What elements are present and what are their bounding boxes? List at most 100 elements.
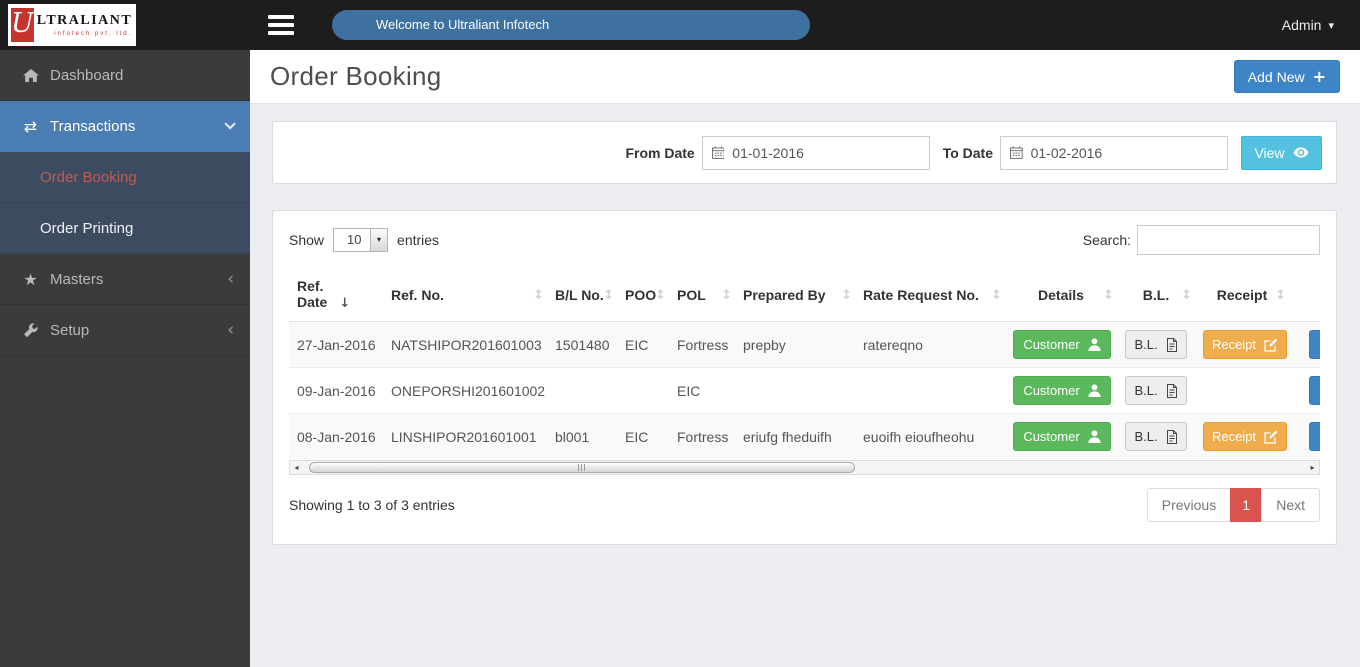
sidebar-item-label: Dashboard	[50, 66, 124, 84]
edit-icon	[1264, 338, 1278, 352]
caret-down-icon: ▾	[1328, 18, 1334, 32]
search-label: Search:	[1082, 232, 1131, 248]
add-new-button[interactable]: Add New +	[1233, 60, 1340, 93]
customer-button[interactable]: Customer	[1013, 376, 1111, 405]
customer-button[interactable]: Customer	[1013, 422, 1111, 451]
table-header-row: Ref. Date ↓ Ref. No. ↕ B/L No. ↕ POO ↕ POL ↕ …	[289, 270, 1320, 322]
row-action-more-button[interactable]	[1309, 376, 1320, 405]
sort-icon: ↕	[1181, 287, 1192, 303]
scroll-right-arrow-icon[interactable]: ▸	[1306, 461, 1319, 474]
sidebar-item-setup[interactable]: Setup ‹	[0, 305, 250, 356]
horizontal-scrollbar[interactable]: ◂ ▸	[289, 460, 1320, 475]
receipt-button[interactable]: Receipt	[1203, 330, 1287, 359]
main-content: Order Booking Add New + From Date To Dat…	[250, 50, 1360, 667]
cell-ref-date: 08-Jan-2016	[289, 413, 383, 459]
cell-prepared-by: eriufg fheduifh	[735, 413, 855, 459]
sidebar-item-transactions[interactable]: ⇄ Transactions	[0, 101, 250, 152]
sort-icon: ↕	[655, 287, 666, 303]
sidebar-item-masters[interactable]: ★ Masters ‹	[0, 254, 250, 305]
person-icon	[1088, 338, 1101, 351]
from-date-field[interactable]	[701, 135, 930, 170]
from-date-input[interactable]	[732, 144, 920, 161]
from-date-label: From Date	[625, 144, 695, 161]
cell-pol: Fortress	[669, 413, 735, 459]
date-filter-panel: From Date To Date View	[272, 121, 1337, 184]
sort-icon: ↕	[841, 287, 852, 303]
scrollbar-thumb[interactable]	[309, 462, 855, 473]
sidebar-item-label: Setup	[50, 321, 90, 339]
to-date-input[interactable]	[1030, 144, 1218, 161]
sidebar-item-order-printing[interactable]: Order Printing	[0, 203, 250, 254]
sidebar-subitem-label: Order Booking	[40, 168, 137, 186]
cell-poo	[617, 367, 669, 414]
company-logo: U LTRALIANT infotech pvt. ltd.	[8, 4, 136, 46]
welcome-banner: Welcome to Ultraliant Infotech	[332, 10, 810, 40]
wrench-icon	[18, 322, 43, 338]
column-header-bl-no[interactable]: B/L No. ↕	[547, 270, 617, 322]
cell-poo: EIC	[617, 413, 669, 459]
column-header-prepared-by[interactable]: Prepared By ↕	[735, 270, 855, 322]
column-header-receipt[interactable]: Receipt ↕	[1195, 270, 1289, 322]
sidebar-item-order-booking[interactable]: Order Booking	[0, 152, 250, 203]
bl-button[interactable]: B.L.	[1125, 422, 1187, 451]
next-page-button[interactable]: Next	[1261, 488, 1320, 522]
cell-rate-request-no: ratereqno	[855, 321, 1005, 368]
customer-button[interactable]: Customer	[1013, 330, 1111, 359]
bl-button[interactable]: B.L.	[1125, 376, 1187, 405]
cell-prepared-by	[735, 367, 855, 414]
to-date-field[interactable]	[1000, 135, 1228, 170]
bl-button[interactable]: B.L.	[1125, 330, 1187, 359]
sidebar-subitem-label: Order Printing	[40, 219, 134, 237]
hamburger-menu-icon[interactable]	[268, 15, 294, 35]
document-icon	[1166, 429, 1177, 444]
admin-dropdown[interactable]: Admin ▾	[1282, 0, 1334, 50]
column-header-ref-date[interactable]: Ref. Date ↓	[289, 270, 383, 322]
scroll-left-arrow-icon[interactable]: ◂	[290, 461, 303, 474]
page-1-button[interactable]: 1	[1230, 488, 1263, 522]
plus-icon: +	[1312, 67, 1326, 86]
cell-prepared-by: prepby	[735, 321, 855, 368]
cell-ref-date: 09-Jan-2016	[289, 367, 383, 414]
row-action-more-button[interactable]	[1309, 422, 1320, 451]
calendar-icon	[1010, 146, 1023, 159]
page-size-select[interactable]: 10 ▾	[333, 228, 389, 252]
search-input[interactable]	[1137, 225, 1320, 255]
column-header-extra	[1289, 270, 1320, 322]
table-row: 09-Jan-2016 ONEPORSHI201601002 EIC Custo…	[289, 367, 1320, 414]
view-button[interactable]: View	[1241, 135, 1322, 170]
column-header-poo[interactable]: POO ↕	[617, 270, 669, 322]
chevron-left-icon: ‹	[227, 319, 234, 340]
previous-page-button[interactable]: Previous	[1146, 488, 1232, 522]
column-header-ref-no[interactable]: Ref. No. ↕	[383, 270, 547, 322]
table-scroll-viewport: Ref. Date ↓ Ref. No. ↕ B/L No. ↕ POO ↕ POL ↕ …	[289, 270, 1320, 459]
calendar-icon	[711, 146, 725, 159]
column-header-pol[interactable]: POL ↕	[669, 270, 735, 322]
cell-ref-no: NATSHIPOR201601003	[383, 321, 547, 368]
column-header-bl[interactable]: B.L. ↕	[1117, 270, 1195, 322]
column-header-details[interactable]: Details ↕	[1005, 270, 1117, 322]
exchange-icon: ⇄	[23, 116, 38, 136]
cell-receipt-empty	[1195, 367, 1289, 414]
row-action-more-button[interactable]	[1309, 330, 1320, 359]
home-icon	[18, 68, 43, 82]
table-row: 27-Jan-2016 NATSHIPOR201601003 1501480 E…	[289, 321, 1320, 368]
pagination: Previous 1 Next	[1146, 488, 1320, 522]
receipt-button[interactable]: Receipt	[1203, 422, 1287, 451]
entries-label: entries	[397, 232, 440, 248]
scrollbar-grip-icon	[578, 464, 586, 471]
column-header-rate-request-no[interactable]: Rate Request No. ↕	[855, 270, 1005, 322]
sidebar-item-label: Transactions	[50, 117, 136, 135]
logo-name: LTRALIANT	[36, 12, 133, 28]
show-label: Show	[289, 232, 325, 248]
page-size-value: 10	[347, 232, 362, 247]
table-row: 08-Jan-2016 LINSHIPOR201601001 bl001 EIC…	[289, 413, 1320, 459]
sort-desc-icon: ↓	[339, 296, 351, 311]
person-icon	[1088, 430, 1101, 443]
cell-bl-no: 1501480	[547, 321, 617, 368]
page-title: Order Booking	[270, 61, 442, 91]
logo-tagline: infotech pvt. ltd.	[54, 30, 133, 37]
cell-pol: Fortress	[669, 321, 735, 368]
sidebar-item-dashboard[interactable]: Dashboard	[0, 50, 250, 101]
orders-table: Ref. Date ↓ Ref. No. ↕ B/L No. ↕ POO ↕ POL ↕ …	[289, 270, 1320, 459]
topbar: U LTRALIANT infotech pvt. ltd. Welcome t…	[0, 0, 1360, 50]
